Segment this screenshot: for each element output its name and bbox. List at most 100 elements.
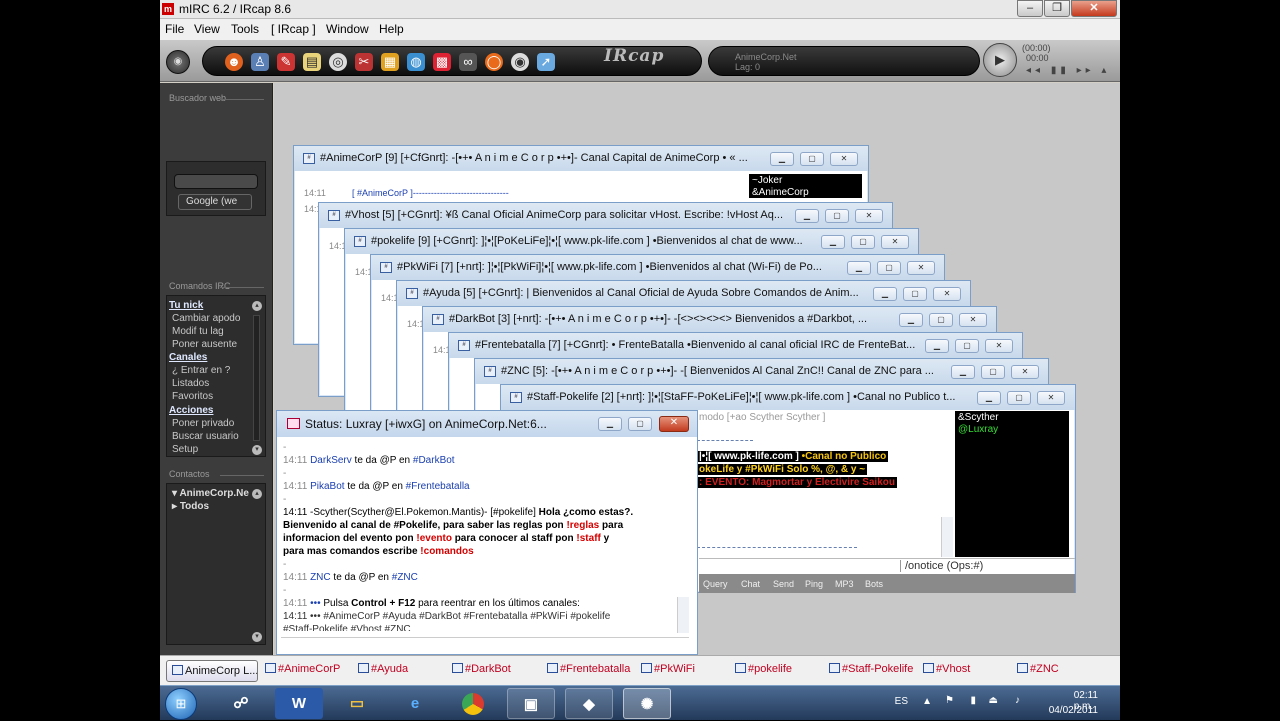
tab-send[interactable]: Send [773, 579, 794, 589]
cmd-list[interactable]: Listados [172, 378, 209, 389]
volume-icon[interactable]: ♪ [1015, 695, 1020, 706]
nick-list[interactable]: &Scyther @Luxray [955, 411, 1069, 557]
log-nick[interactable]: DarkServ [310, 455, 352, 466]
maximize-button[interactable]: ▢ [825, 209, 849, 223]
nick-entry[interactable]: &AnimeCorp [749, 187, 862, 198]
minimize-button[interactable]: ▁ [598, 417, 622, 431]
menu-help[interactable]: Help [379, 22, 404, 36]
minimize-button[interactable]: ▁ [873, 287, 897, 301]
cmd-search-user[interactable]: Buscar usuario [172, 431, 239, 442]
minimize-button[interactable]: ▁ [977, 391, 1001, 405]
maximize-button[interactable]: ▢ [628, 417, 652, 431]
window-titlebar[interactable]: # #Staff-Pokelife [2] [+nrt]: ]¦•¦[StaFF… [501, 385, 1075, 410]
nick-category[interactable]: Tu nick [169, 300, 203, 311]
folder-icon[interactable]: ▭ [333, 688, 381, 719]
log-nick[interactable]: PikaBot [310, 481, 344, 492]
search-input[interactable] [174, 174, 258, 189]
chat-scrollbar[interactable] [941, 517, 953, 557]
switch-channel[interactable]: #Staff-Pokelife [829, 663, 913, 675]
window-titlebar[interactable]: # #pokelife [9] [+CGnrt]: ]¦•¦[PoKeLiFe]… [345, 229, 918, 254]
cmd-join-channel[interactable]: ¿ Entrar en ? [172, 365, 230, 376]
connect-button[interactable]: ◉ [166, 50, 190, 74]
blocks-icon[interactable]: ▩ [433, 53, 451, 71]
network-app-icon[interactable]: ☍ [217, 688, 265, 719]
switch-status[interactable]: AnimeCorp L... [166, 660, 258, 682]
minimize-button[interactable]: ▁ [847, 261, 871, 275]
window-titlebar[interactable]: # #Vhost [5] [+CGnrt]: ¥ß Canal Oficial … [319, 203, 892, 228]
expand-icon[interactable]: ▾ [252, 632, 262, 642]
window-titlebar[interactable]: # #PkWiFi [7] [+nrt]: ]¦•¦[PkWiFi]¦•¦[ w… [371, 255, 944, 280]
send-icon[interactable]: ➚ [537, 53, 555, 71]
menu-tools[interactable]: Tools [231, 22, 259, 36]
close-button[interactable]: ✕ [959, 313, 987, 327]
nick-list[interactable]: ~Joker &AnimeCorp [749, 174, 862, 198]
window-titlebar[interactable]: # #Frentebatalla [7] [+CGnrt]: • FrenteB… [449, 333, 1022, 358]
cd-icon[interactable]: ◉ [511, 53, 529, 71]
switch-channel[interactable]: #pokelife [735, 663, 792, 675]
switch-channel[interactable]: #Vhost [923, 663, 970, 675]
collapse-icon[interactable]: ▴ [252, 489, 262, 499]
menu-window[interactable]: Window [326, 22, 369, 36]
switch-channel[interactable]: #Ayuda [358, 663, 408, 675]
menu-ircap[interactable]: [ IRcap ] [271, 22, 316, 36]
restore-button[interactable]: ❐ [1044, 0, 1070, 17]
cmd-setup[interactable]: Setup [172, 444, 198, 455]
maximize-button[interactable]: ▢ [903, 287, 927, 301]
play-button[interactable]: ▶ [983, 43, 1017, 77]
close-button[interactable]: ✕ [1011, 365, 1039, 379]
expand-icon[interactable]: ▾ [252, 445, 262, 455]
word-icon[interactable]: W [275, 688, 323, 719]
switch-channel[interactable]: #PkWiFi [641, 663, 695, 675]
menu-file[interactable]: File [165, 22, 184, 36]
minimize-button[interactable]: ▁ [951, 365, 975, 379]
show-hidden-icons[interactable]: ▲ [922, 696, 932, 707]
ops-notice-input[interactable]: /onotice (Ops:#) [900, 560, 983, 572]
google-search-button[interactable]: Google (we [178, 194, 252, 210]
log-channel[interactable]: #DarkBot [413, 455, 455, 466]
switch-channel[interactable]: #AnimeCorP [265, 663, 340, 675]
maximize-button[interactable]: ▢ [929, 313, 953, 327]
minimize-button[interactable]: – [1017, 0, 1043, 17]
status-command-input[interactable] [281, 637, 689, 651]
notes-icon[interactable]: ▤ [303, 53, 321, 71]
cmd-set-away[interactable]: Poner ausente [172, 339, 237, 350]
commands-scrollbar[interactable] [253, 315, 260, 441]
close-button[interactable]: ✕ [855, 209, 883, 223]
close-button[interactable]: ✕ [1037, 391, 1065, 405]
nick-entry[interactable]: @Luxray [955, 424, 1069, 435]
minimize-button[interactable]: ▁ [770, 152, 794, 166]
log-nick[interactable]: ZNC [310, 572, 331, 583]
log-channel[interactable]: #ZNC [392, 572, 418, 583]
gift-icon[interactable]: ▦ [381, 53, 399, 71]
tools-icon[interactable]: ✂ [355, 53, 373, 71]
close-button[interactable]: ✕ [985, 339, 1013, 353]
smiley-icon[interactable]: ☻ [225, 53, 243, 71]
channels-category[interactable]: Canales [169, 352, 207, 363]
window-titlebar[interactable]: # #DarkBot [3] [+nrt]: -[•+• A n i m e C… [423, 307, 996, 332]
cmd-modify-lag[interactable]: Modif tu lag [172, 326, 224, 337]
network-icon[interactable]: ▮ [970, 695, 976, 706]
media-app-icon[interactable]: ▣ [507, 688, 555, 719]
cmd-favorites[interactable]: Favoritos [172, 391, 213, 402]
maximize-button[interactable]: ▢ [800, 152, 824, 166]
close-button[interactable]: ✕ [933, 287, 961, 301]
globe-icon[interactable]: ◍ [407, 53, 425, 71]
disc-icon[interactable]: ◎ [329, 53, 347, 71]
maximize-button[interactable]: ▢ [955, 339, 979, 353]
window-titlebar[interactable]: # #Ayuda [5] [+CGnrt]: | Bienvenidos al … [397, 281, 970, 306]
action-center-icon[interactable]: ⚑ [945, 695, 954, 706]
minimize-button[interactable]: ▁ [795, 209, 819, 223]
log-channel[interactable]: #Frentebatalla [406, 481, 470, 492]
maximize-button[interactable]: ▢ [981, 365, 1005, 379]
person-icon[interactable]: ♙ [251, 53, 269, 71]
switch-channel[interactable]: #DarkBot [452, 663, 511, 675]
tab-query[interactable]: Query [703, 579, 728, 589]
minimize-button[interactable]: ▁ [821, 235, 845, 249]
window-titlebar[interactable]: Status: Luxray [+iwxG] on AnimeCorp.Net:… [277, 411, 697, 437]
mirc-taskbar-icon[interactable]: ✺ [623, 688, 671, 719]
tab-bots[interactable]: Bots [865, 579, 883, 589]
status-scrollbar[interactable] [677, 597, 689, 633]
lifebuoy-icon[interactable]: ◯ [485, 53, 503, 71]
link-icon[interactable]: ∞ [459, 53, 477, 71]
window-titlebar[interactable]: # #AnimeCorP [9] [+CfGnrt]: -[•+• A n i … [294, 146, 868, 171]
